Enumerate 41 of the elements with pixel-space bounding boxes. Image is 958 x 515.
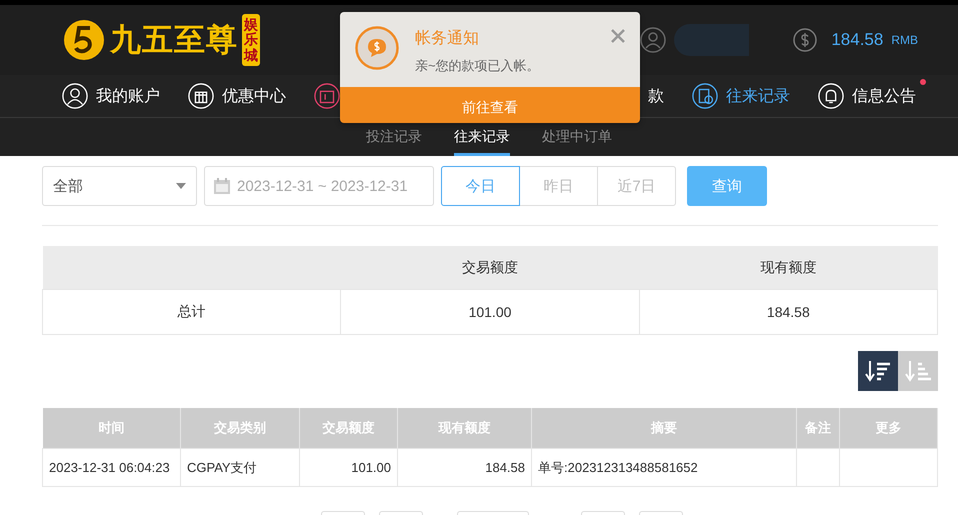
summary-cell: 总计	[42, 290, 341, 334]
nav-item[interactable]	[314, 83, 340, 109]
nav-item[interactable]: 优惠中心	[188, 83, 286, 109]
chat-dollar-icon	[355, 26, 399, 70]
table-cell: 184.58	[398, 448, 532, 486]
summary-header-cell: 交易额度	[340, 246, 640, 290]
balance-amount: 184.58	[831, 30, 884, 50]
caret-icon	[176, 183, 186, 189]
user-icon	[640, 27, 666, 53]
wallet-icon	[314, 83, 340, 109]
notification-message: 亲~您的款项已入帐。	[415, 57, 541, 75]
nav-item[interactable]: 信息公告	[818, 83, 916, 109]
table-cell: 单号:202312313488581652	[532, 448, 796, 486]
logo-text: 九五至尊	[110, 20, 238, 60]
balance-unit: RMB	[891, 33, 918, 47]
logo-badge: 娱乐城	[242, 14, 260, 66]
nav-item[interactable]: 往来记录	[692, 83, 790, 109]
table-cell	[796, 448, 840, 486]
sort-descending-button[interactable]	[858, 351, 898, 391]
dollar-icon	[793, 28, 818, 52]
date-range-field[interactable]: 2023-12-31 ~ 2023-12-31	[204, 166, 434, 206]
document-clock-icon	[692, 83, 718, 109]
notification-title: 帐务通知	[415, 28, 480, 49]
nav-item[interactable]: 我的账户	[62, 83, 160, 109]
close-icon[interactable]	[610, 28, 626, 44]
summary-cell: 101.00	[340, 290, 640, 334]
summary-header-cell: 现有额度	[639, 246, 938, 290]
summary-cell: 184.58	[639, 290, 938, 334]
table-cell: 101.00	[300, 448, 398, 486]
view-button[interactable]: 前往查看	[340, 87, 640, 123]
calendar-icon	[213, 177, 231, 195]
user-icon	[62, 83, 88, 109]
sort-descending-icon	[864, 359, 892, 383]
table-cell: CGPAY支付	[180, 448, 300, 486]
logo-icon	[62, 18, 106, 62]
type-dropdown[interactable]: 全部	[42, 166, 197, 206]
date-preset-button[interactable]: 今日	[441, 166, 520, 206]
sort-ascending-icon	[904, 359, 932, 383]
bell-icon	[818, 83, 844, 109]
gift-icon	[188, 83, 214, 109]
table-cell: 2023-12-31 06:04:23	[42, 448, 180, 486]
